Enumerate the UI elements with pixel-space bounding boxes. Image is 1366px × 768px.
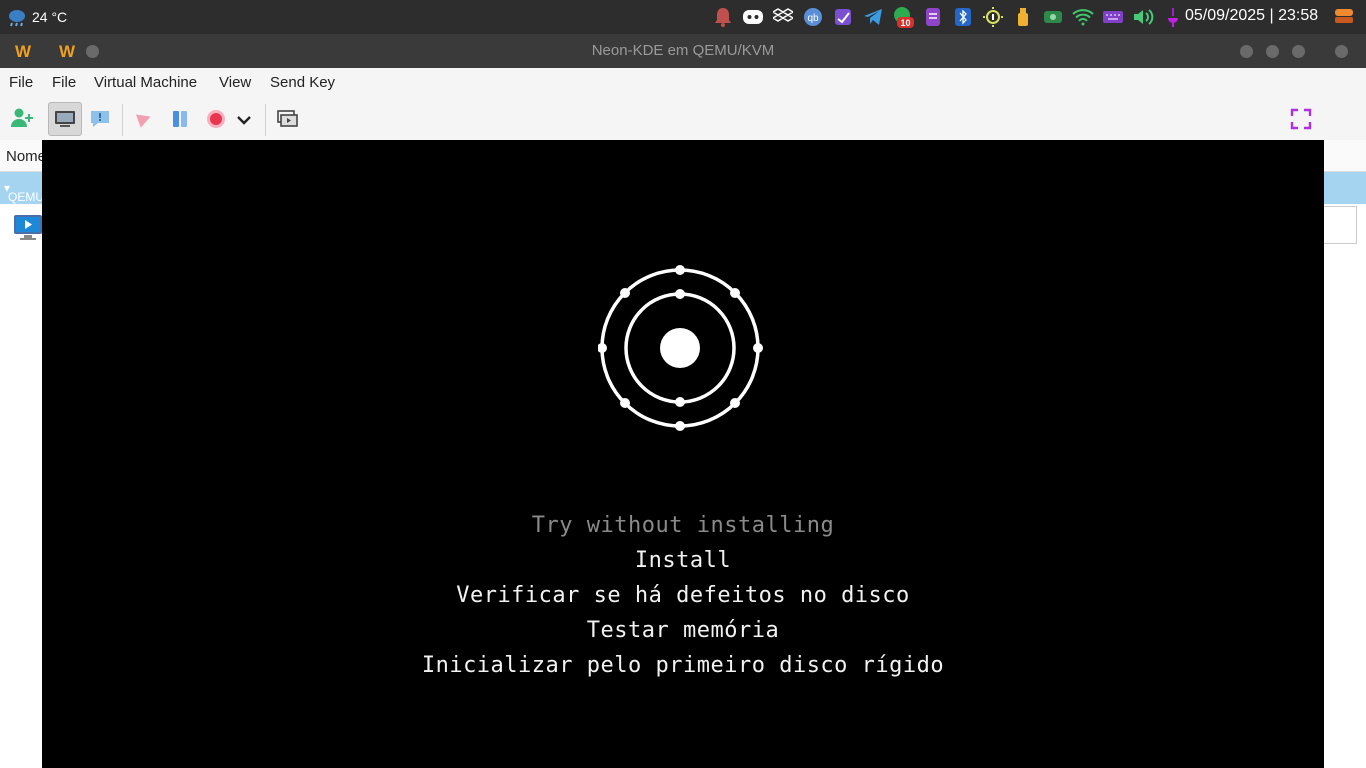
qbittorrent-icon[interactable]: qb [798,5,828,29]
new-vm-icon[interactable] [10,107,34,129]
console-icon [55,111,75,127]
top-panel: 24 °C qb 10 05/09/2025 | 23:58 [0,0,1366,34]
dropdown-icon [237,116,251,125]
console-button[interactable] [48,102,82,136]
weather-widget[interactable]: 24 °C [6,7,67,27]
column-name-header[interactable]: Nome [6,148,46,165]
shutdown-button[interactable] [199,102,233,136]
shutdown-options-dropdown[interactable] [231,102,257,136]
menu-send-key[interactable]: Send Key [270,74,335,91]
update-badge-icon[interactable]: 10 [888,5,918,29]
discord-icon[interactable] [738,5,768,29]
keyboard-icon[interactable] [1098,5,1128,29]
boot-option-memtest[interactable]: Testar memória [42,613,1324,648]
weather-icon [9,10,25,27]
toolbar-separator [265,104,266,136]
pause-button[interactable] [163,102,197,136]
usb-drive-icon[interactable] [1008,5,1038,29]
vm-viewer-window: W Neon-KDE em QEMU/KVM File Virtual Mach… [42,34,1324,768]
vm-menubar: File Virtual Machine View Send Key [42,68,1324,100]
app-menu-icon[interactable] [1334,6,1354,26]
fullscreen-icon [1290,108,1312,130]
neon-logo-icon [598,265,763,431]
bluetooth-icon[interactable] [948,5,978,29]
vpn-icon[interactable] [1038,5,1068,29]
menu-virtual-machine[interactable]: Virtual Machine [94,74,197,91]
window-title: Neon-KDE em QEMU/KVM [591,42,775,59]
shutdown-icon [207,110,225,128]
pause-icon [173,111,187,127]
wifi-icon[interactable] [1068,5,1098,29]
notification-bell-icon[interactable] [708,5,738,29]
boot-menu: Try without installing Install Verificar… [42,508,1324,683]
close-button[interactable] [1292,45,1305,58]
vm-titlebar: W Neon-KDE em QEMU/KVM [42,34,1324,68]
details-button[interactable] [83,102,117,136]
system-tray: qb 10 [708,5,1188,29]
cpu-usage-graph [1320,206,1357,244]
vm-toolbar [42,100,1324,140]
toolbar-separator [122,104,123,136]
app-logo-icon: W [15,42,32,61]
menu-view[interactable]: View [219,74,251,91]
dropbox-icon[interactable] [768,5,798,29]
update-badge-count: 10 [900,18,910,28]
telegram-icon[interactable] [858,5,888,29]
clipboard-icon[interactable] [1158,5,1188,29]
boot-option-try[interactable]: Try without installing [42,508,1324,543]
boot-option-install[interactable]: Install [42,543,1324,578]
onenote-icon[interactable] [828,5,858,29]
svg-text:qb: qb [807,13,819,24]
clock[interactable]: 05/09/2025 | 23:58 [1185,7,1318,25]
maximize-button[interactable] [1266,45,1279,58]
close-button[interactable] [1335,45,1348,58]
volume-icon[interactable] [1128,5,1158,29]
vm-running-icon[interactable] [13,214,43,242]
boot-option-first-hdd[interactable]: Inicializar pelo primeiro disco rígido [42,648,1324,683]
details-icon [91,111,109,127]
minimize-button[interactable] [1240,45,1253,58]
fullscreen-button[interactable] [1284,102,1318,136]
connection-name: QEMU [8,190,44,204]
run-icon [135,114,151,128]
weather-temperature: 24 °C [32,9,68,25]
vm-display[interactable]: Try without installing Install Verificar… [42,140,1324,768]
menu-file[interactable]: File [52,74,76,91]
boot-option-check-disc[interactable]: Verificar se há defeitos no disco [42,578,1324,613]
brightness-icon[interactable] [978,5,1008,29]
snapshots-button[interactable] [270,102,304,136]
connection-label: ▾ QEMU [4,181,44,204]
tasks-icon[interactable] [918,5,948,29]
run-button[interactable] [127,102,161,136]
snapshots-icon [277,110,298,127]
menu-file[interactable]: File [9,74,33,91]
